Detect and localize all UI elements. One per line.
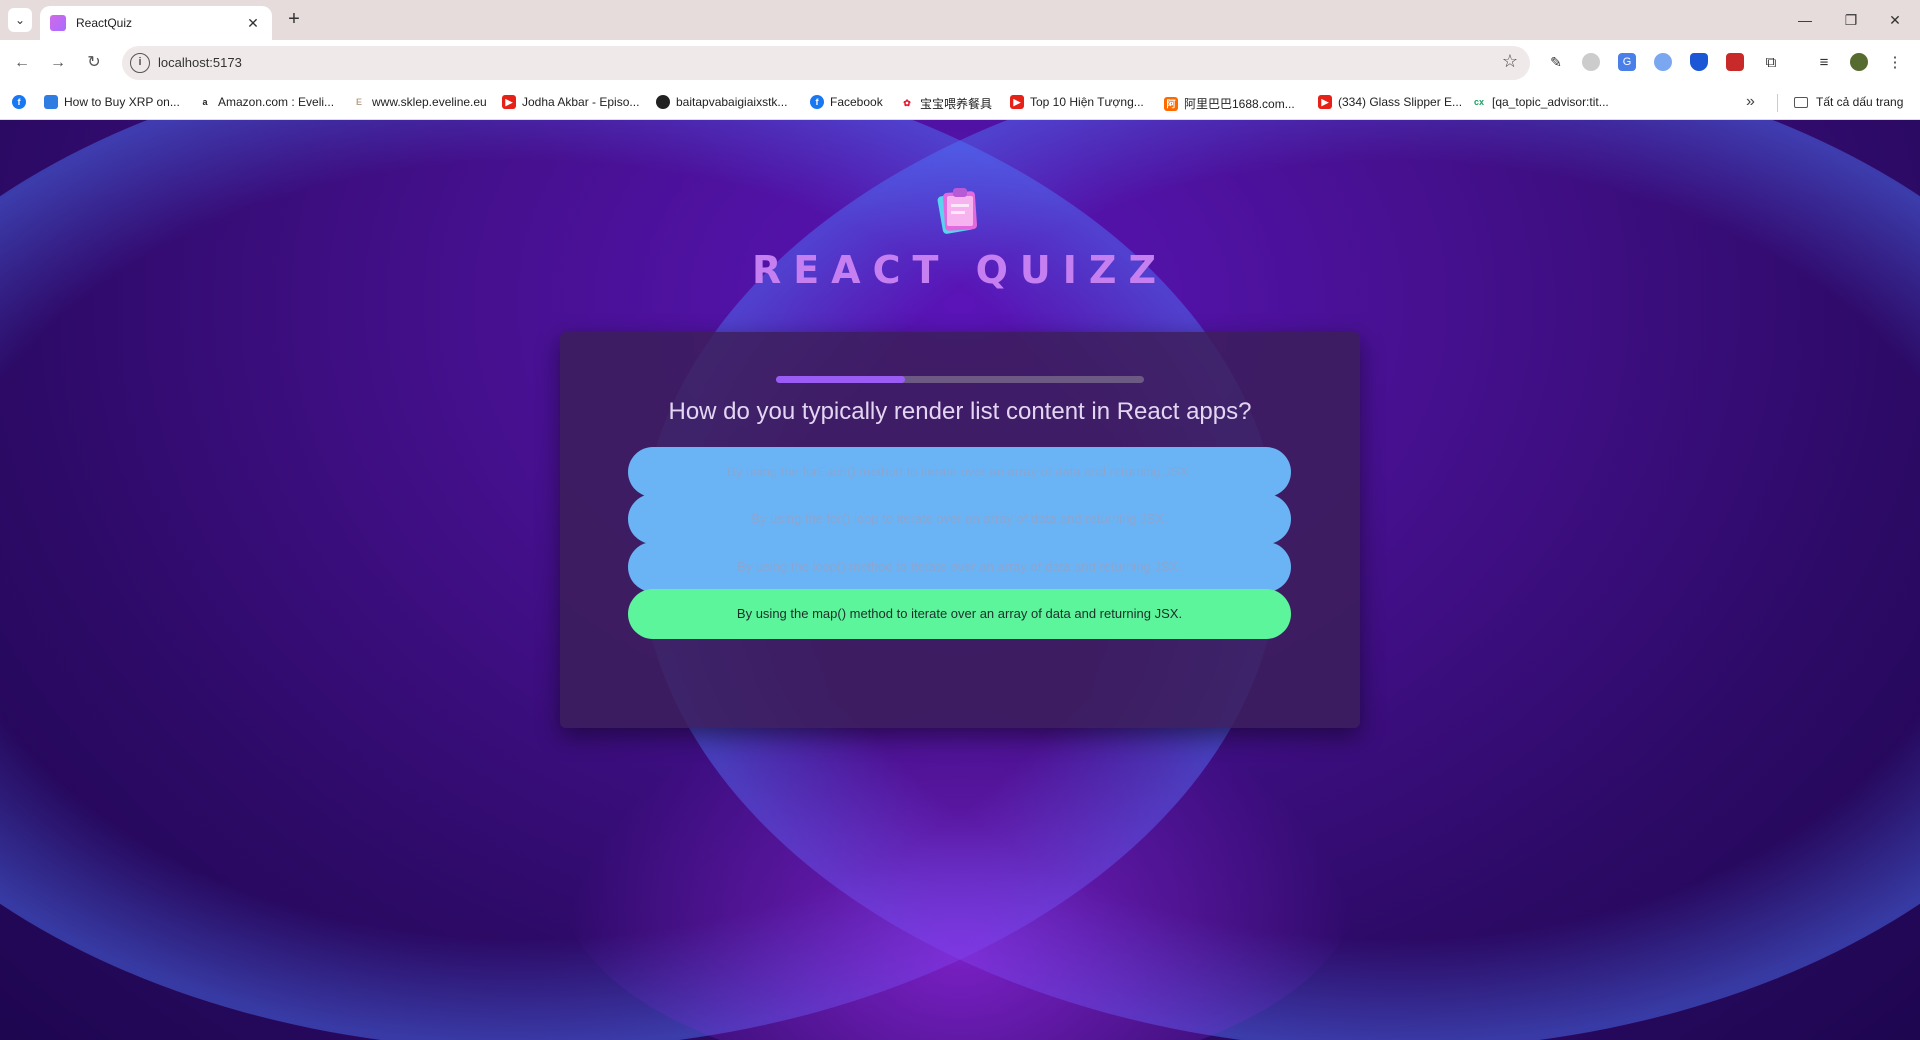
tab-title: ReactQuiz (76, 16, 133, 30)
reload-icon[interactable]: ↻ (80, 49, 108, 77)
new-tab-button[interactable]: + (282, 8, 306, 32)
bookmark-item[interactable]: cx [qa_topic_advisor:tit... (1472, 95, 1609, 109)
question-text: How do you typically render list content… (668, 398, 1252, 425)
quiz-favicon-icon (50, 15, 66, 31)
bookmark-item[interactable]: How to Buy XRP on... (44, 95, 180, 109)
shield-icon[interactable] (1690, 53, 1708, 71)
media-icon[interactable]: ≡ (1815, 53, 1833, 71)
restore-button[interactable]: ❐ (1836, 8, 1866, 32)
amazon-icon: a (198, 95, 212, 109)
address-bar[interactable]: i localhost:5173 ☆ (122, 46, 1530, 80)
answer-option[interactable]: By using the forEach() method to iterate… (628, 447, 1291, 497)
youtube-icon: ▶ (1318, 95, 1332, 109)
bookmarks-bar: f How to Buy XRP on... a Amazon.com : Eve… (0, 86, 1920, 120)
site-info-icon[interactable]: i (130, 53, 150, 73)
tab-search-button[interactable]: ⌄ (8, 8, 32, 32)
answer-option-correct[interactable]: By using the map() method to iterate ove… (628, 589, 1291, 639)
tab-close-icon[interactable]: ✕ (244, 15, 262, 32)
bookmark-item[interactable]: 阿阿里巴巴1688.com... (1164, 95, 1295, 112)
bookmark-item[interactable]: f Facebook (810, 95, 883, 109)
extension-red-icon[interactable] (1726, 53, 1744, 71)
forward-arrow-icon[interactable]: → (44, 49, 72, 77)
app-title: REACT QUIZZ (751, 248, 1169, 292)
progress-fill (776, 376, 905, 383)
more-bookmarks-icon[interactable]: » (1746, 93, 1755, 111)
x-network-icon (44, 95, 58, 109)
facebook-icon: f (12, 95, 26, 109)
tab-strip: ⌄ ReactQuiz ✕ + — ❐ ✕ (0, 0, 1920, 40)
clipboard-logo-icon (937, 188, 978, 234)
compass-icon[interactable] (1582, 53, 1600, 71)
bookmark-facebook-icon-only[interactable]: f (12, 95, 32, 109)
back-arrow-icon[interactable]: ← (8, 49, 36, 77)
puzzle-icon[interactable]: ⧉ (1762, 53, 1780, 71)
answer-option[interactable]: By using the loop() method to iterate ov… (628, 542, 1291, 592)
answer-option[interactable]: By using the for() loop to iterate over … (628, 494, 1291, 544)
bookmark-item[interactable]: a Amazon.com : Eveli... (198, 95, 334, 109)
active-tab[interactable]: ReactQuiz ✕ (40, 6, 272, 40)
bookmark-item[interactable]: Ewww.sklep.eveline.eu (352, 95, 487, 109)
progress-bar (776, 376, 1144, 383)
eveline-icon: E (352, 95, 366, 109)
all-bookmarks-button[interactable]: Tất cả dấu trang (1794, 95, 1903, 109)
question-card: How do you typically render list content… (560, 332, 1360, 728)
eyedropper-icon[interactable]: ✎ (1547, 53, 1565, 71)
menu-dots-icon[interactable]: ⋮ (1886, 53, 1904, 71)
bookmark-star-icon[interactable]: ☆ (1502, 51, 1518, 72)
quiz-page: REACT QUIZZ How do you typically render … (0, 120, 1920, 1040)
close-window-button[interactable]: ✕ (1880, 8, 1910, 32)
bookmark-item[interactable]: ✿ 宝宝喂养餐具 (900, 95, 992, 112)
bookmark-item[interactable]: ▶ (334) Glass Slipper E... (1318, 95, 1462, 109)
weibo-icon: ✿ (900, 96, 914, 111)
avatar[interactable] (1850, 53, 1868, 71)
cx-icon: cx (1472, 95, 1486, 109)
youtube-icon: ▶ (1010, 95, 1024, 109)
youtube-icon: ▶ (502, 95, 516, 109)
globe-icon (656, 95, 670, 109)
minimize-button[interactable]: — (1790, 8, 1820, 32)
lens-icon[interactable] (1654, 53, 1672, 71)
bookmark-item[interactable]: baitapvabaigiaixstk... (656, 95, 787, 109)
bookmark-item[interactable]: ▶ Jodha Akbar - Episo... (502, 95, 639, 109)
translate-icon[interactable]: G (1618, 53, 1636, 71)
divider (1777, 94, 1778, 112)
alibaba-icon: 阿 (1164, 96, 1178, 111)
facebook-icon: f (810, 95, 824, 109)
folder-icon (1794, 96, 1808, 108)
bookmark-item[interactable]: ▶ Top 10 Hiện Tượng... (1010, 95, 1144, 109)
url-text[interactable]: localhost:5173 (158, 55, 242, 70)
